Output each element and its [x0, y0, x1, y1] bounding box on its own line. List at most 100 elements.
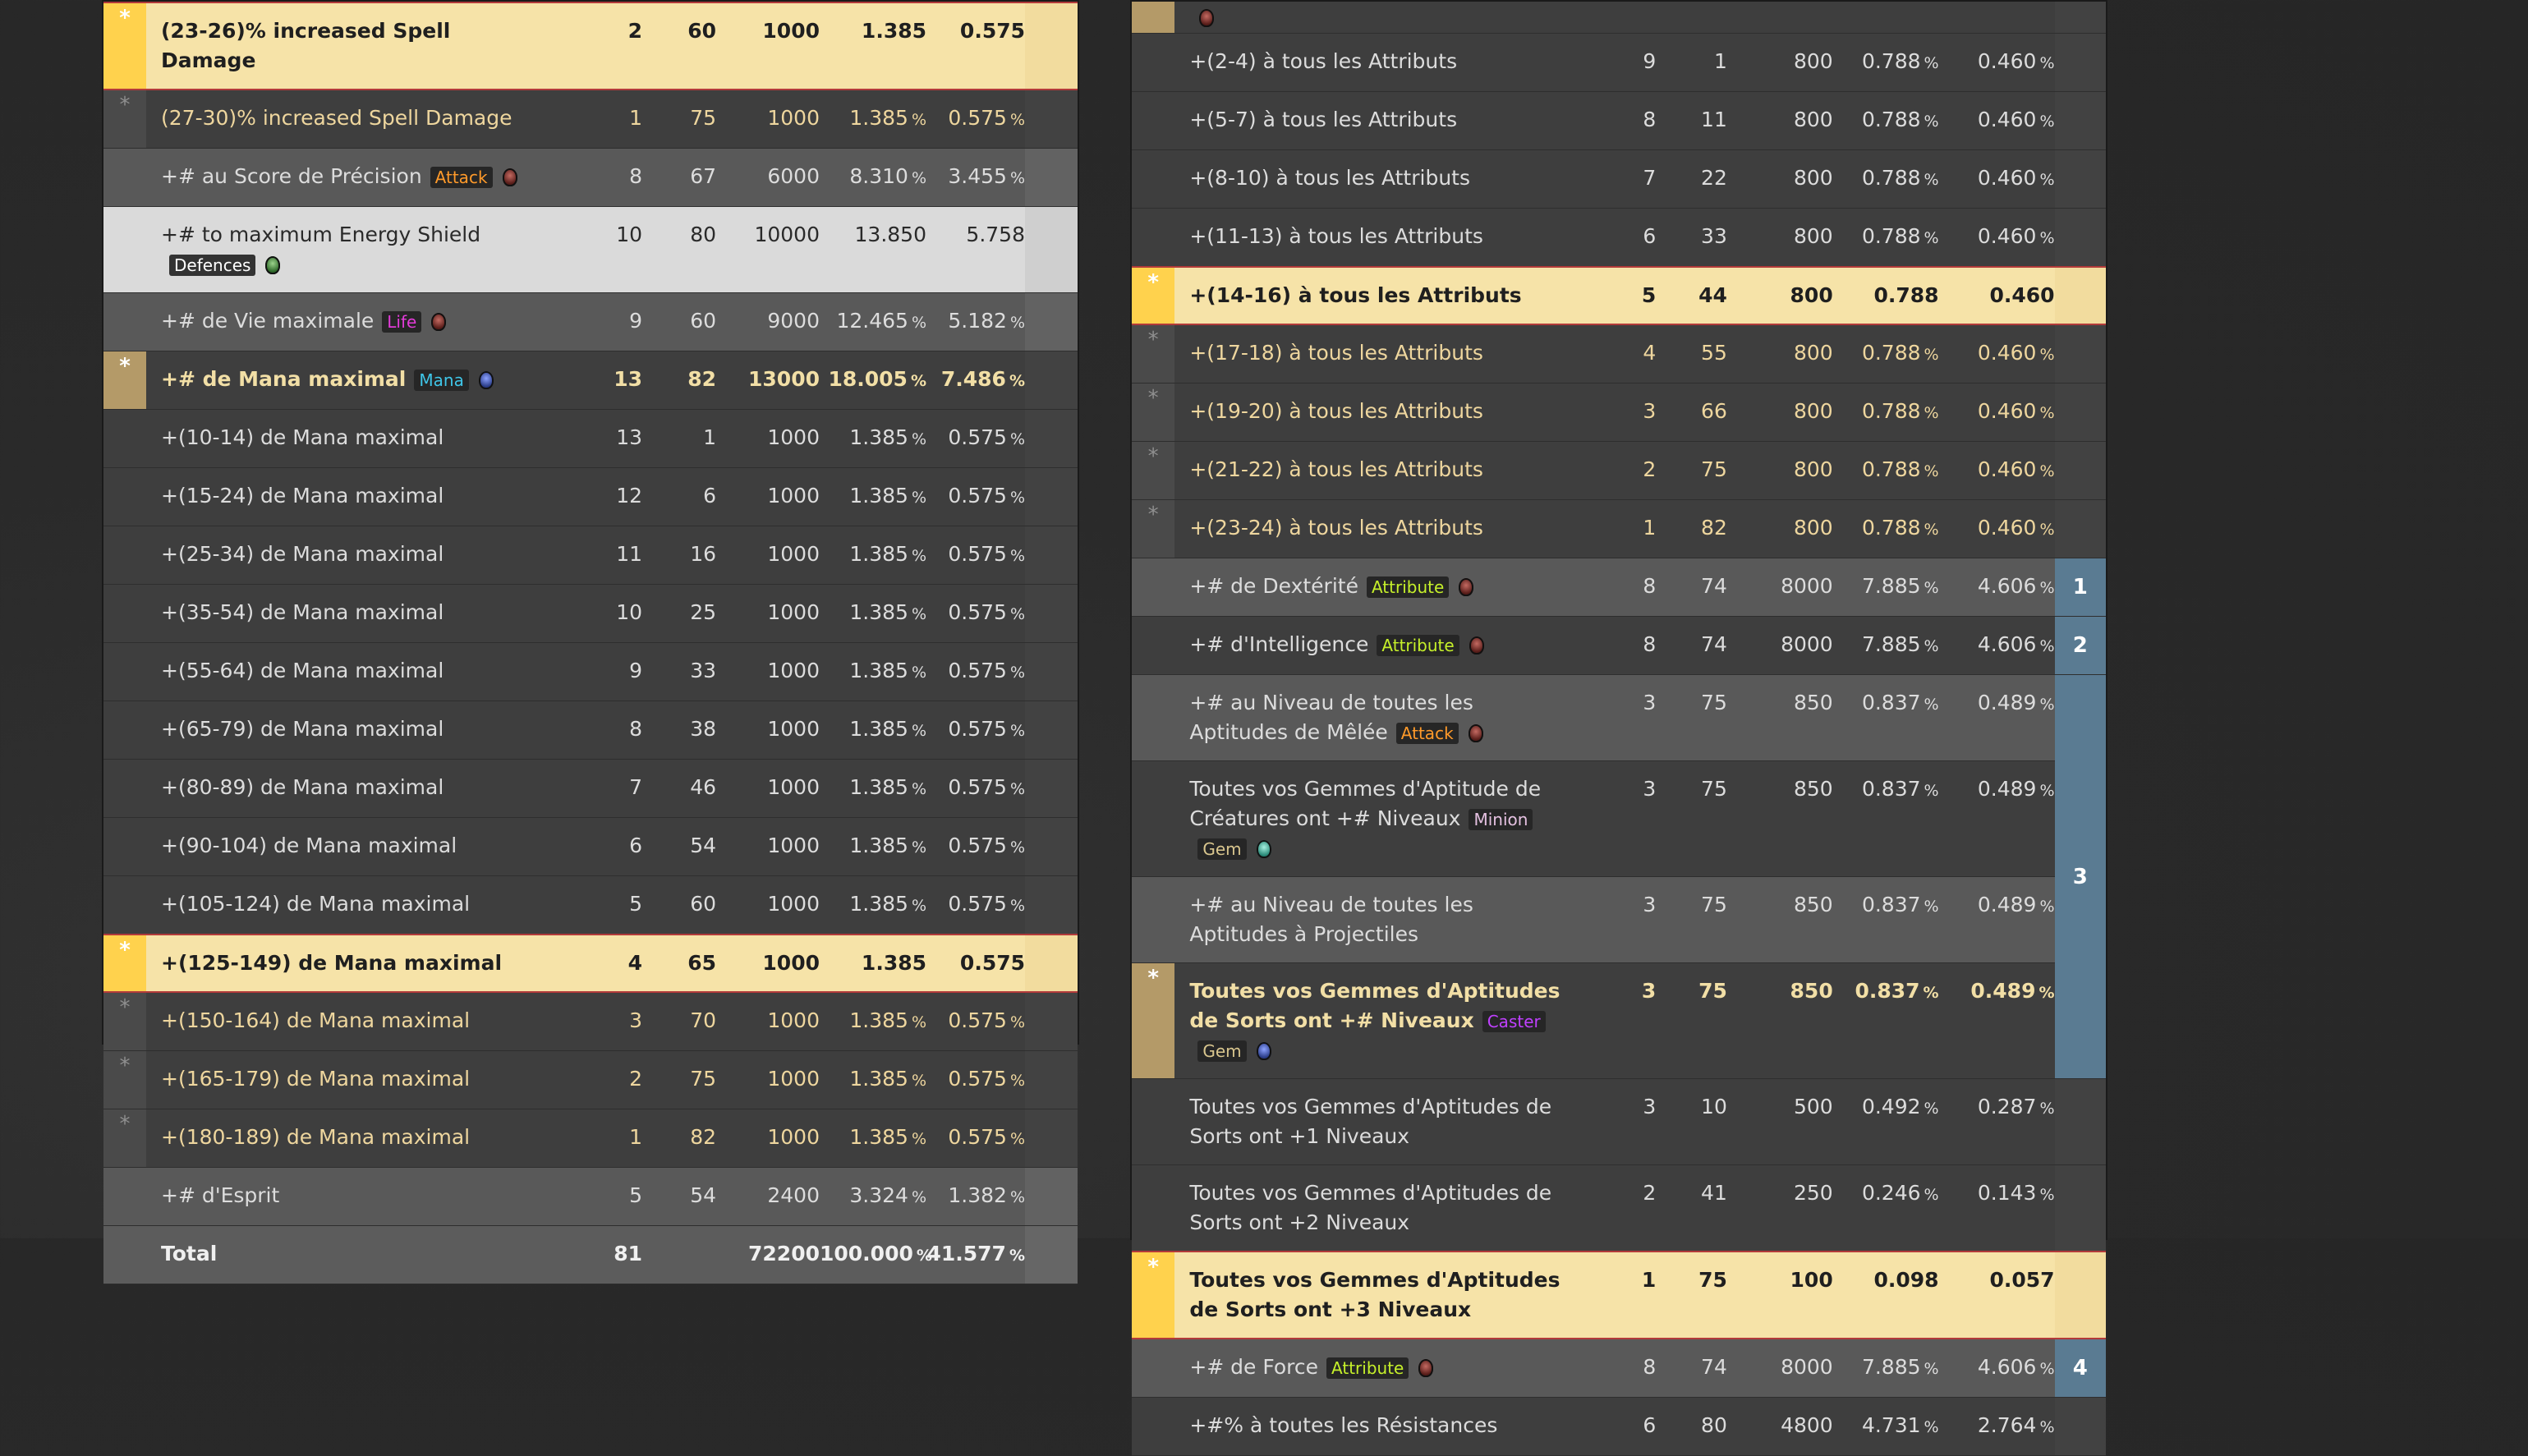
table-row[interactable]: +# de Vie maximale Life 9 60 9000 12.465% 5.18… [103, 292, 1078, 351]
percent-value: 0.460 [1977, 457, 2037, 481]
table-row[interactable]: * (27-30)% increased Spell Damage 1 75 1000 1… [103, 90, 1078, 149]
table-row[interactable]: * (23-26)% increased Spell Damage 2 60 1000 1… [103, 2, 1078, 90]
modifier-cell: +# de Force Attribute [1174, 1339, 1574, 1398]
table-row[interactable]: +# au Niveau de toutes les Aptitudes de … [1132, 674, 2106, 1079]
table-row[interactable]: +# de Dextérité Attribute 8 74 8000 7.885% 4.6… [1132, 558, 2106, 617]
percent-unit: % [1924, 113, 1939, 131]
table-row[interactable]: * +(17-18) à tous les Attributs 4 55 800 0.78… [1132, 324, 2106, 384]
table-row[interactable]: +(2-4) à tous les Attributs 9 1 800 0.788% 0.… [1132, 33, 2106, 92]
pct2-cell: 1.382% [926, 1167, 1025, 1226]
table-row[interactable]: +# d'Esprit 5 54 2400 3.324% 1.382% [103, 1167, 1078, 1226]
tier-marker [103, 526, 146, 585]
weight-cell: 1000 [716, 934, 820, 993]
table-row[interactable]: * +(14-16) à tous les Attributs 5 44 800 0.78… [1132, 266, 2106, 325]
level-cell: 81 [552, 1225, 642, 1284]
table-row[interactable]: +(105-124) de Mana maximal 5 60 1000 1.385% 0… [103, 875, 1078, 935]
table-row[interactable]: +# de Force Attribute 8 74 8000 7.885% 4.606% 4 [1132, 1339, 2106, 1398]
table-row[interactable]: +#% à toutes les Résistances 6 80 4800 4.731… [1132, 1397, 2106, 1456]
tier-marker [1132, 1339, 1175, 1398]
ilvl-cell: 82 [1656, 499, 1727, 558]
table-row[interactable] [1132, 2, 2106, 34]
table-row[interactable]: +(65-79) de Mana maximal 8 38 1000 1.385% 0.5… [103, 700, 1078, 760]
modifier-name: +# au Score de Précision [161, 164, 422, 188]
percent-value: 1.385 [849, 1067, 908, 1091]
percent-value: 7.885 [1861, 574, 1921, 598]
table-row[interactable]: Toutes vos Gemmes d'Aptitudes de Sorts o… [1132, 1078, 2106, 1165]
weight-cell: 8000 [1726, 616, 1833, 675]
percent-unit: % [911, 605, 926, 623]
table-row[interactable]: +(15-24) de Mana maximal 12 6 1000 1.385% 0.5… [103, 467, 1078, 526]
ilvl-cell: 67 [642, 148, 716, 207]
table-row[interactable]: Total 81 72200 100.000% 41.577% [103, 1225, 1078, 1284]
table-row[interactable]: * +(180-189) de Mana maximal 1 82 1000 1.385%… [103, 1109, 1078, 1168]
modifier-cell: +(21-22) à tous les Attributs [1174, 441, 1574, 500]
pct1-cell: 1.385% [820, 992, 926, 1051]
table-row[interactable]: +# d'Intelligence Attribute 8 74 8000 7.885% 4… [1132, 616, 2106, 675]
ilvl-cell: 41 [1656, 1164, 1727, 1252]
modifier-cell: +(90-104) de Mana maximal [146, 817, 552, 876]
pct1-cell: 0.788% [1832, 499, 1939, 558]
modifier-cell: Toutes vos Gemmes d'Aptitude de Créature… [1174, 760, 1574, 877]
pct2-cell: 0.489% [1938, 760, 2055, 877]
table-row[interactable]: +(90-104) de Mana maximal 6 54 1000 1.385% 0.… [103, 817, 1078, 876]
table-row[interactable]: * +(125-149) de Mana maximal 4 65 1000 1.385 0… [103, 934, 1078, 993]
table-row[interactable]: * +(150-164) de Mana maximal 3 70 1000 1.385%… [103, 992, 1078, 1051]
table-row[interactable]: +(5-7) à tous les Attributs 8 11 800 0.788% 0… [1132, 91, 2106, 150]
percent-unit: % [2039, 462, 2055, 480]
pct1-cell: 0.788% [1832, 33, 1939, 92]
table-row[interactable]: * Toutes vos Gemmes d'Aptitudes de Sorts … [1132, 1251, 2106, 1339]
modifier-cell: +(105-124) de Mana maximal [146, 875, 552, 935]
table-row[interactable]: * +(165-179) de Mana maximal 2 75 1000 1.385%… [103, 1050, 1078, 1109]
table-row[interactable]: +(11-13) à tous les Attributs 6 33 800 0.788… [1132, 208, 2106, 268]
modifier-name: +(15-24) de Mana maximal [161, 484, 444, 508]
percent-unit: % [1924, 1418, 1939, 1436]
modifier-name: +(55-64) de Mana maximal [161, 659, 444, 682]
level-cell: 6 [1573, 208, 1657, 268]
table-row[interactable]: +# au Niveau de toutes les Aptitudes à P… [1132, 876, 2106, 963]
modifier-name: +(65-79) de Mana maximal [161, 717, 444, 741]
percent-value: 0.460 [1977, 224, 2037, 248]
pct1-cell: 0.492% [1832, 1078, 1939, 1165]
percent-value: 0.098 [1873, 1268, 1939, 1292]
percent-value: 0.460 [1989, 283, 2055, 307]
table-row[interactable]: * +(21-22) à tous les Attributs 2 75 800 0.78… [1132, 441, 2106, 500]
table-row[interactable]: * +(19-20) à tous les Attributs 3 66 800 0.78… [1132, 383, 2106, 442]
modifier-cell: +(15-24) de Mana maximal [146, 467, 552, 526]
level-cell: 6 [552, 817, 642, 876]
table-row[interactable]: +# to maximum Energy ShieldDefences 10 80 1… [103, 206, 1078, 293]
row-spacer [1025, 1109, 1078, 1168]
pct1-cell: 0.098 [1832, 1251, 1939, 1339]
weight-cell: 800 [1726, 149, 1833, 209]
table-row[interactable]: +(8-10) à tous les Attributs 7 22 800 0.788%… [1132, 149, 2106, 209]
table-row[interactable]: +(80-89) de Mana maximal 7 46 1000 1.385% 0.5… [103, 759, 1078, 818]
table-row[interactable]: +(25-34) de Mana maximal 11 16 1000 1.385% 0.… [103, 526, 1078, 585]
weight-cell: 850 [1726, 876, 1833, 963]
table-row[interactable]: +(10-14) de Mana maximal 13 1 1000 1.385% 0.5… [103, 409, 1078, 468]
percent-value: 1.385 [849, 659, 908, 682]
table-row[interactable]: +(35-54) de Mana maximal 10 25 1000 1.385% 0.… [103, 584, 1078, 643]
pct1-cell: 1.385% [820, 467, 926, 526]
ilvl-cell: 75 [642, 90, 716, 149]
pct2-cell: 0.575% [926, 1109, 1025, 1168]
table-row[interactable]: * Toutes vos Gemmes d'Aptitudes de Sorts … [1132, 962, 2106, 1079]
modifier-name: +(23-24) à tous les Attributs [1189, 516, 1483, 540]
table-row[interactable]: Toutes vos Gemmes d'Aptitudes de Sorts o… [1132, 1164, 2106, 1252]
pct2-cell: 0.460% [1938, 441, 2055, 500]
level-cell: 8 [1573, 616, 1657, 675]
modifier-name: +(105-124) de Mana maximal [161, 892, 471, 916]
modifier-cell: (23-26)% increased Spell Damage [146, 2, 552, 90]
table-row[interactable]: * +# de Mana maximal Mana 13 82 13000 18.005% 7… [103, 351, 1078, 410]
percent-value: 0.575 [948, 834, 1007, 857]
level-cell: 8 [1573, 91, 1657, 150]
ilvl-cell: 1 [1656, 33, 1727, 92]
table-row[interactable]: * +(23-24) à tous les Attributs 1 82 800 0.78… [1132, 499, 2106, 558]
table-row[interactable]: Toutes vos Gemmes d'Aptitude de Créature… [1132, 760, 2106, 877]
table-row[interactable]: +(55-64) de Mana maximal 9 33 1000 1.385% 0.5… [103, 642, 1078, 701]
table-row[interactable]: +# au Score de Précision Attack 8 67 6000 8.3… [103, 148, 1078, 207]
percent-value: 8.310 [849, 164, 908, 188]
weight-cell: 850 [1726, 674, 1833, 761]
percent-unit: % [1009, 489, 1025, 507]
percent-value: 0.057 [1989, 1268, 2055, 1292]
tier-marker: * [103, 1109, 146, 1168]
tag-attribute: Attribute [1366, 576, 1450, 598]
